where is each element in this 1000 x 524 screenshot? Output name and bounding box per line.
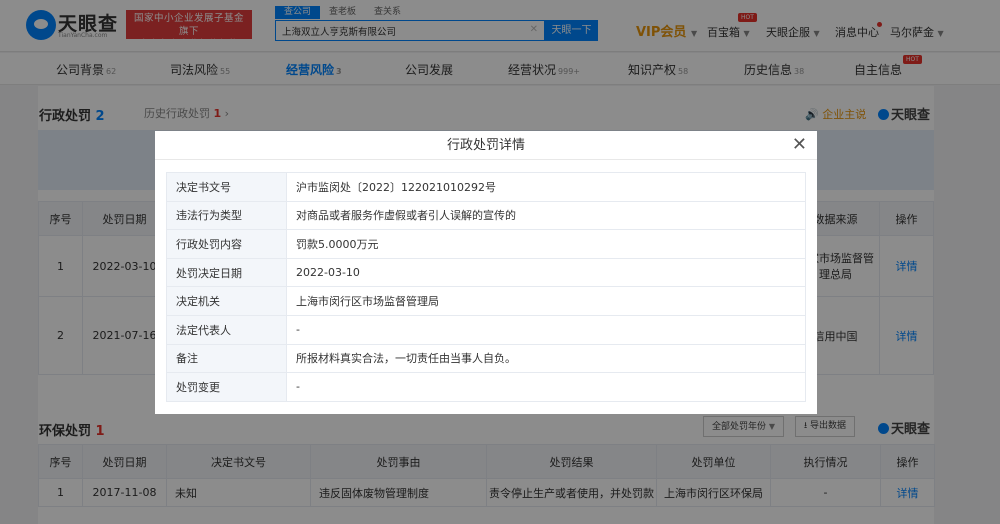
field-label: 决定书文号 <box>166 172 287 202</box>
detail-row: 决定机关 上海市闵行区市场监督管理局 <box>166 286 806 316</box>
close-icon[interactable]: ✕ <box>792 135 807 155</box>
field-label: 法定代表人 <box>166 314 287 345</box>
field-value: 对商品或者服务作虚假或者引人误解的宣传的 <box>286 200 806 231</box>
field-value: 所报材料真实合法，一切责任由当事人自负。 <box>286 343 806 374</box>
modal-title: 行政处罚详情 <box>155 131 817 160</box>
detail-row: 决定书文号 沪市监闵处〔2022〕122021010292号 <box>166 172 806 202</box>
detail-row: 行政处罚内容 罚款5.0000万元 <box>166 229 806 259</box>
detail-row: 违法行为类型 对商品或者服务作虚假或者引人误解的宣传的 <box>166 200 806 231</box>
field-label: 备注 <box>166 343 287 374</box>
detail-row: 处罚决定日期 2022-03-10 <box>166 257 806 288</box>
detail-row: 处罚变更 - <box>166 372 806 402</box>
detail-row: 法定代表人 - <box>166 314 806 345</box>
field-value: 上海市闵行区市场监督管理局 <box>286 286 806 316</box>
field-label: 处罚变更 <box>166 372 287 402</box>
penalty-detail-table: 决定书文号 沪市监闵处〔2022〕122021010292号 违法行为类型 对商品或… <box>166 172 806 402</box>
field-label: 决定机关 <box>166 286 287 316</box>
penalty-detail-modal: 行政处罚详情 ✕ 决定书文号 沪市监闵处〔2022〕122021010292号 违… <box>155 131 817 414</box>
field-value: - <box>286 314 806 345</box>
field-value: - <box>286 372 806 402</box>
field-value: 罚款5.0000万元 <box>286 229 806 259</box>
field-label: 违法行为类型 <box>166 200 287 231</box>
field-value: 2022-03-10 <box>286 257 806 288</box>
field-label: 行政处罚内容 <box>166 229 287 259</box>
field-label: 处罚决定日期 <box>166 257 287 288</box>
detail-row: 备注 所报材料真实合法，一切责任由当事人自负。 <box>166 343 806 374</box>
field-value: 沪市监闵处〔2022〕122021010292号 <box>286 172 806 202</box>
